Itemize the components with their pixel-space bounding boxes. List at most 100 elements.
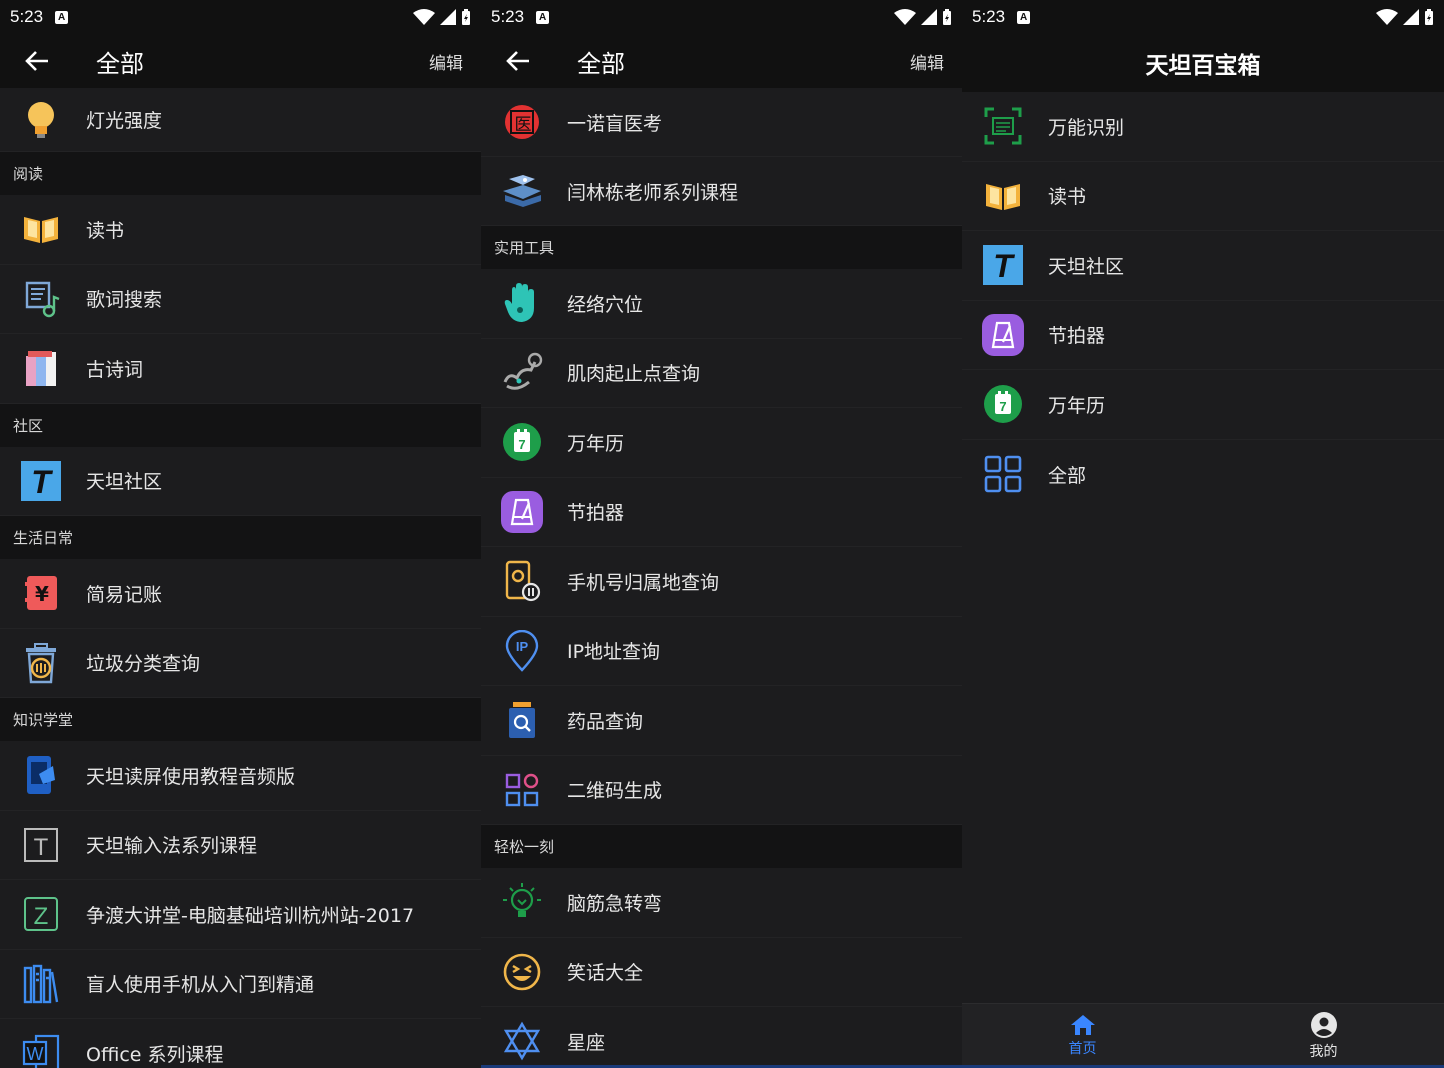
list-item-phone-location[interactable]: 手机号归属地查询 — [481, 547, 962, 617]
list-item-qr-generate[interactable]: 二维码生成 — [481, 756, 962, 825]
list-item-muscle-lookup[interactable]: 肌肉起止点查询 — [481, 339, 962, 408]
bulb-brain-icon — [501, 881, 543, 923]
list-item-label: 天坦输入法系列课程 — [86, 835, 258, 858]
section-header-utilities: 实用工具 — [481, 226, 962, 269]
section-header-daily-life: 生活日常 — [0, 516, 481, 559]
medicine-bottle-search-icon — [501, 699, 543, 741]
wifi-icon — [1376, 9, 1398, 25]
list-item-computer-training[interactable]: Z 争渡大讲堂-电脑基础培训杭州站-2017 — [0, 880, 481, 950]
svg-text:T: T — [31, 464, 53, 500]
arm-muscle-icon — [501, 352, 543, 394]
list-item-calendar[interactable]: 7 万年历 — [962, 370, 1444, 440]
battery-icon — [1425, 9, 1433, 25]
list-item-metronome[interactable]: 节拍器 — [481, 478, 962, 547]
list-item-label: 一诺盲医考 — [567, 112, 663, 135]
tiantan-logo-icon: T — [982, 244, 1024, 286]
list-item-input-method-course[interactable]: T 天坦输入法系列课程 — [0, 811, 481, 880]
back-arrow-icon[interactable] — [505, 48, 531, 74]
edit-button[interactable]: 编辑 — [429, 49, 463, 74]
list-item-label: 万年历 — [567, 432, 625, 455]
list-item-label: 二维码生成 — [567, 780, 663, 803]
list-item-screen-reader-tutorial[interactable]: 天坦读屏使用教程音频版 — [0, 741, 481, 811]
wifi-icon — [413, 9, 435, 25]
svg-text:W: W — [27, 1044, 44, 1064]
list-item-metronome[interactable]: 节拍器 — [962, 301, 1444, 370]
list-item-label: 盲人使用手机从入门到精通 — [86, 974, 315, 997]
open-book-icon — [982, 175, 1024, 217]
status-time: 5:23 — [491, 7, 525, 26]
nav-tab-home[interactable]: 首页 — [962, 1004, 1203, 1068]
scan-frame-icon — [982, 105, 1024, 147]
section-header-knowledge: 知识学堂 — [0, 698, 481, 741]
letter-z-box-icon: Z — [20, 893, 62, 935]
library-shelf-icon — [20, 963, 62, 1005]
page-title: 全部 — [96, 49, 144, 78]
account-circle-icon — [1310, 1012, 1337, 1038]
list-item-label: 节拍器 — [567, 502, 625, 525]
notification-a-icon: A — [536, 10, 550, 24]
screens: 5:23 A 全部 编辑 灯光强度 阅读 读书 歌词搜索 古诗词 社区 T 天坦… — [0, 0, 1444, 1068]
list-item-tiantan-community[interactable]: T 天坦社区 — [962, 231, 1444, 301]
section-header-community: 社区 — [0, 403, 481, 447]
list-item-tiantan-community[interactable]: T 天坦社区 — [0, 447, 481, 516]
qr-code-icon — [501, 769, 543, 811]
section-header-reading: 阅读 — [0, 152, 481, 195]
svg-text:T: T — [993, 248, 1015, 284]
list-item-label: 简易记账 — [86, 583, 163, 606]
list-item-light-intensity[interactable]: 灯光强度 — [0, 88, 481, 152]
list-item-label: 星座 — [567, 1031, 606, 1054]
panel-all-2: 5:23 A 全部 编辑 医 一诺盲医考 闫林栋老师系列课程 实用工具 经络穴位… — [481, 0, 962, 1068]
list-item-label: 笑话大全 — [567, 962, 644, 985]
list-item-label: 节拍器 — [1048, 325, 1106, 348]
medical-badge-icon: 医 — [501, 101, 543, 143]
metronome-icon — [501, 490, 543, 533]
metronome-icon — [982, 313, 1024, 356]
list-item-label: 药品查询 — [567, 710, 644, 733]
list-item-label: 万能识别 — [1048, 116, 1125, 139]
list-item-constellation[interactable]: 星座 — [481, 1007, 962, 1068]
battery-icon — [462, 9, 470, 25]
list-item-yan-course[interactable]: 闫林栋老师系列课程 — [481, 157, 962, 226]
status-time: 5:23 — [972, 7, 1006, 26]
list-item-lyrics-search[interactable]: 歌词搜索 — [0, 265, 481, 334]
music-scroll-icon — [20, 278, 62, 320]
list-item-ip-lookup[interactable]: IP IP地址查询 — [481, 617, 962, 686]
ip-pin-icon: IP — [501, 629, 543, 672]
notification-a-icon: A — [1017, 10, 1031, 24]
page-title: 全部 — [577, 49, 625, 78]
list-item-jokes[interactable]: 笑话大全 — [481, 938, 962, 1007]
list-item-label: 脑筋急转弯 — [567, 892, 663, 915]
app-bar: 全部 编辑 — [481, 34, 962, 88]
list-item-medical-exam[interactable]: 医 一诺盲医考 — [481, 88, 962, 157]
svg-text:Z: Z — [34, 903, 49, 930]
home-icon — [1070, 1015, 1095, 1035]
nav-label-mine: 我的 — [1309, 1044, 1338, 1060]
list-item-reading[interactable]: 读书 — [962, 162, 1444, 231]
back-arrow-icon[interactable] — [24, 48, 50, 74]
nav-tab-mine[interactable]: 我的 — [1203, 1004, 1444, 1068]
list-item-universal-recognition[interactable]: 万能识别 — [962, 92, 1444, 162]
list-item-garbage-sorting[interactable]: 垃圾分类查询 — [0, 629, 481, 698]
list-item-label: 古诗词 — [86, 358, 144, 381]
list-item-office-course[interactable]: W Office 系列课程 — [0, 1019, 481, 1068]
list-item-drug-lookup[interactable]: 药品查询 — [481, 686, 962, 756]
laughing-face-icon — [501, 951, 543, 993]
status-bar: 5:23 A — [0, 0, 481, 34]
list-item-label: 万年历 — [1048, 394, 1106, 417]
list-item-label: IP地址查询 — [567, 641, 661, 664]
list-item-simple-bookkeeping[interactable]: ¥ 简易记账 — [0, 559, 481, 629]
status-icons — [1376, 9, 1434, 25]
list-item-brain-teaser[interactable]: 脑筋急转弯 — [481, 868, 962, 938]
list-item-all[interactable]: 全部 — [962, 440, 1444, 510]
list-item-acupoints[interactable]: 经络穴位 — [481, 269, 962, 339]
list-item-ancient-poetry[interactable]: 古诗词 — [0, 334, 481, 404]
list-item-reading[interactable]: 读书 — [0, 195, 481, 265]
svg-text:7: 7 — [518, 437, 525, 452]
svg-text:7: 7 — [999, 399, 1006, 414]
nav-label-home: 首页 — [1068, 1041, 1097, 1057]
list-item-calendar[interactable]: 7 万年历 — [481, 408, 962, 478]
edit-button[interactable]: 编辑 — [910, 49, 944, 74]
svg-text:医: 医 — [515, 115, 532, 135]
list-item-label: 闫林栋老师系列课程 — [567, 181, 739, 204]
list-item-blind-phone-course[interactable]: 盲人使用手机从入门到精通 — [0, 950, 481, 1019]
